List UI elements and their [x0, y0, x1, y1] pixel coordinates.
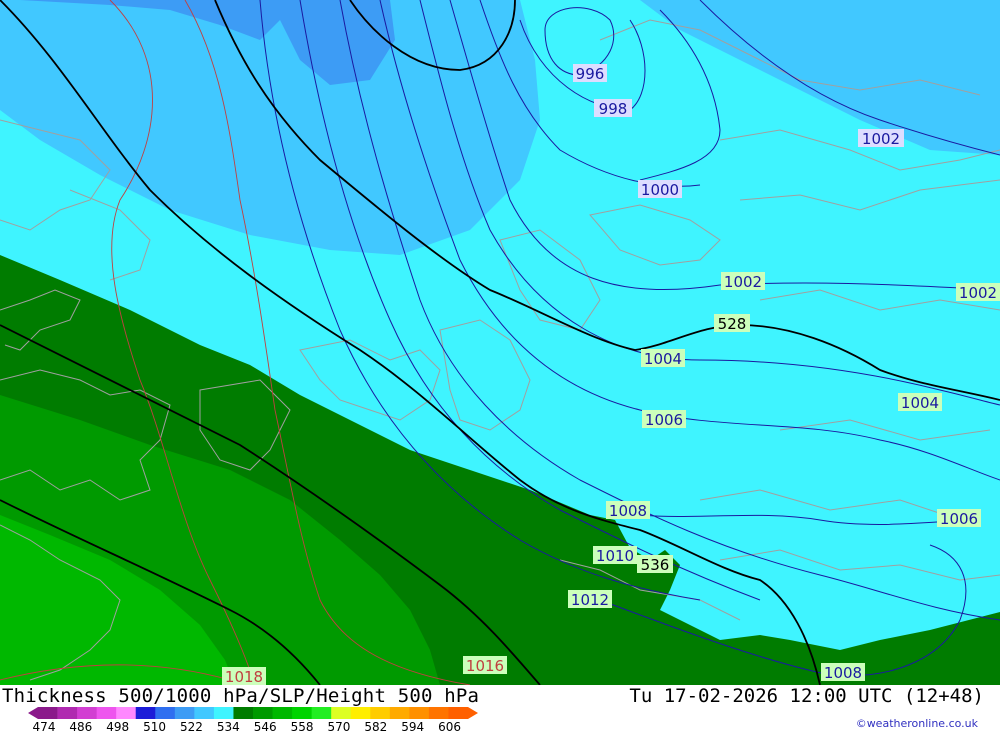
legend-tick-label: 606 — [438, 720, 461, 733]
legend-tick-label: 558 — [291, 720, 314, 733]
legend-swatch — [389, 707, 410, 719]
legend-swatch — [350, 707, 371, 719]
isobar-label-1010: 1010 — [596, 547, 634, 565]
isobar-label-1018: 1018 — [225, 668, 263, 685]
legend-swatches — [28, 707, 478, 719]
legend-swatch — [155, 707, 176, 719]
legend-swatch — [135, 707, 156, 719]
isobar-label-1000: 1000 — [641, 181, 679, 199]
map-title: Thickness 500/1000 hPa/SLP/Height 500 hP… — [2, 685, 480, 707]
legend-tick-label: 534 — [217, 720, 240, 733]
legend-swatch — [311, 707, 332, 719]
legend-swatch — [77, 707, 98, 719]
isobar-label-1012: 1012 — [571, 591, 609, 609]
legend-tick-label: 582 — [364, 720, 387, 733]
legend-tick-label: 486 — [69, 720, 92, 733]
isobar-label-1008-center: 1008 — [609, 502, 647, 520]
legend-swatch — [194, 707, 215, 719]
isobar-label-1004-center: 1004 — [644, 350, 682, 368]
legend-tick-label: 594 — [401, 720, 424, 733]
isobar-label-1002-east: 1002 — [959, 284, 997, 302]
map-footer: Thickness 500/1000 hPa/SLP/Height 500 hP… — [0, 685, 1000, 733]
legend-swatch — [292, 707, 313, 719]
color-legend: 474 486 498 510 522 534 546 558 570 582 594 606 — [28, 707, 478, 733]
legend-tick-label: 474 — [33, 720, 56, 733]
isobar-label-996: 996 — [576, 65, 605, 83]
legend-swatch — [253, 707, 274, 719]
credit-text: ©weatheronline.co.uk — [855, 717, 978, 730]
isobar-label-1006-east: 1006 — [940, 510, 978, 528]
valid-time: Tu 17-02-2026 12:00 UTC (12+48) — [629, 685, 984, 707]
legend-tick-label: 570 — [328, 720, 351, 733]
legend-ticks: 474 486 498 510 522 534 546 558 570 582 594 606 — [33, 720, 461, 733]
legend-swatch — [233, 707, 254, 719]
legend-tick-label: 522 — [180, 720, 203, 733]
weather-map: 996 998 1000 1002 1002 1002 1004 1004 10… — [0, 0, 1000, 685]
legend-swatch — [428, 707, 449, 719]
legend-swatch — [331, 707, 352, 719]
legend-tick-label: 546 — [254, 720, 277, 733]
isobar-label-1002-center: 1002 — [724, 273, 762, 291]
legend-swatch — [409, 707, 430, 719]
legend-swatch — [96, 707, 117, 719]
legend-tick-label: 510 — [143, 720, 166, 733]
legend-arrow-right — [448, 707, 478, 719]
legend-tick-label: 498 — [106, 720, 129, 733]
height-label-536: 536 — [641, 556, 670, 574]
isobar-label-1008-south: 1008 — [824, 664, 862, 682]
isobar-label-1002-ne: 1002 — [862, 130, 900, 148]
isobar-label-1004-east: 1004 — [901, 394, 939, 412]
legend-swatch — [116, 707, 137, 719]
legend-swatch — [272, 707, 293, 719]
legend-swatch — [213, 707, 234, 719]
legend-swatch — [57, 707, 78, 719]
legend-swatch — [370, 707, 391, 719]
height-label-528: 528 — [718, 315, 747, 333]
isobar-label-1006-center: 1006 — [645, 411, 683, 429]
isobar-label-1016: 1016 — [466, 657, 504, 675]
legend-swatch — [174, 707, 195, 719]
isobar-label-998: 998 — [599, 100, 628, 118]
legend-arrow-left — [28, 707, 58, 719]
